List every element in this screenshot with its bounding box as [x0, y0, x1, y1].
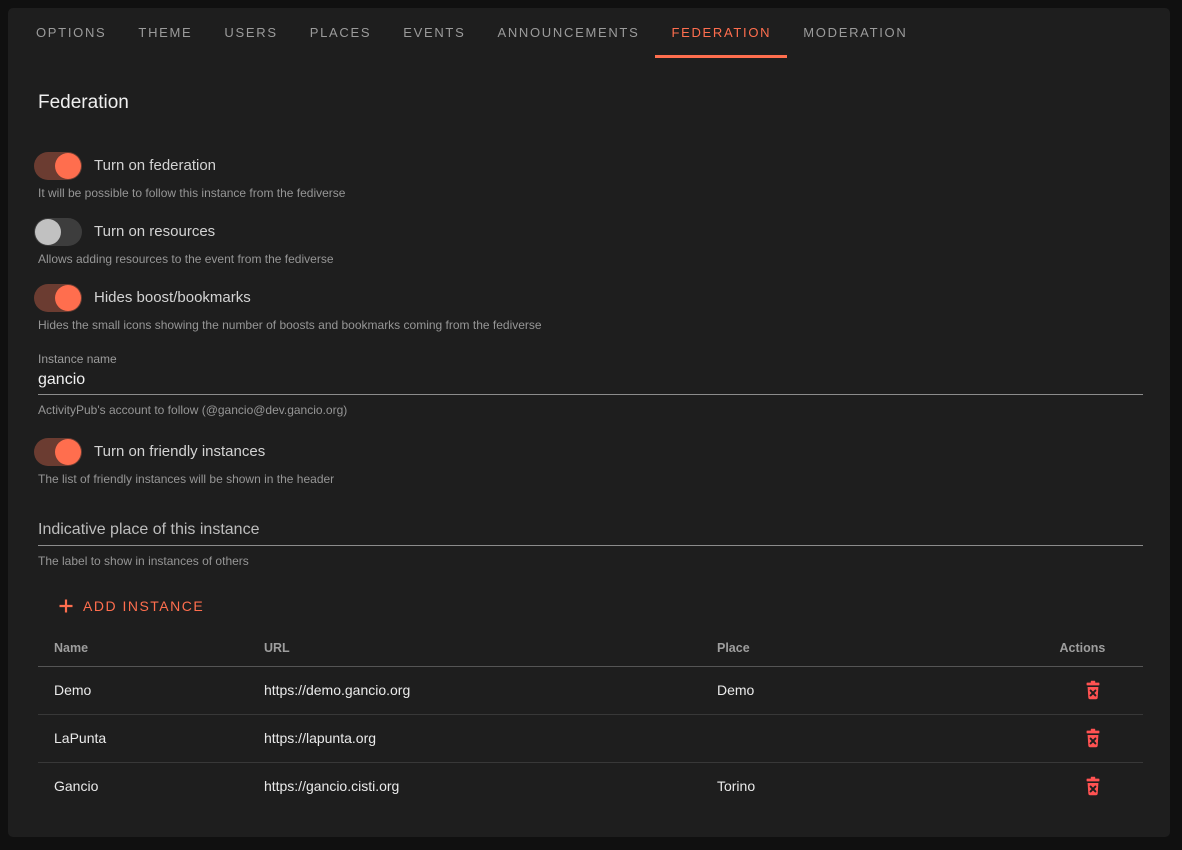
- tab-announcements[interactable]: ANNOUNCEMENTS: [481, 8, 655, 58]
- column-header-url: URL: [248, 630, 701, 666]
- instance-place-cell: [701, 714, 1044, 762]
- resources-toggle-hint: Allows adding resources to the event fro…: [38, 252, 1143, 266]
- hide-boost-toggle-label[interactable]: Hides boost/bookmarks: [94, 284, 251, 312]
- friendly-instances-toggle[interactable]: [34, 438, 82, 466]
- federation-toggle-row: Turn on federation: [38, 152, 1143, 180]
- column-header-place: Place: [701, 630, 1044, 666]
- add-instance-button-label: ADD INSTANCE: [83, 598, 204, 614]
- table-row: Demo https://demo.gancio.org Demo: [38, 666, 1143, 714]
- trash-icon: [1084, 688, 1102, 703]
- instance-name-label: Instance name: [38, 352, 1143, 366]
- instance-name-field: Instance name ActivityPub's account to f…: [38, 352, 1143, 417]
- trash-icon: [1084, 736, 1102, 751]
- instance-url-cell: https://lapunta.org: [248, 714, 701, 762]
- tab-places[interactable]: PLACES: [294, 8, 388, 58]
- admin-tab-bar: OPTIONS THEME USERS PLACES EVENTS ANNOUN…: [8, 8, 1170, 58]
- tab-events[interactable]: EVENTS: [387, 8, 481, 58]
- instances-table: Name URL Place Actions Demo https://demo…: [38, 630, 1143, 810]
- tab-moderation[interactable]: MODERATION: [787, 8, 923, 58]
- federation-settings-section: Federation Turn on federation It will be…: [8, 92, 1170, 810]
- resources-toggle-row: Turn on resources: [38, 218, 1143, 246]
- column-header-actions: Actions: [1044, 630, 1143, 666]
- trash-icon: [1084, 784, 1102, 799]
- add-instance-button[interactable]: ADD INSTANCE: [41, 588, 220, 624]
- instance-name-cell: LaPunta: [38, 714, 248, 762]
- instance-place-cell: Torino: [701, 762, 1044, 810]
- hide-boost-toggle-hint: Hides the small icons showing the number…: [38, 318, 1143, 332]
- friendly-instances-toggle-hint: The list of friendly instances will be s…: [38, 472, 1143, 486]
- tab-theme[interactable]: THEME: [122, 8, 208, 58]
- instance-url-cell: https://demo.gancio.org: [248, 666, 701, 714]
- toggle-thumb: [35, 219, 61, 245]
- tab-federation[interactable]: FEDERATION: [655, 8, 787, 58]
- table-header-row: Name URL Place Actions: [38, 630, 1143, 666]
- delete-instance-button[interactable]: [1082, 678, 1104, 702]
- table-row: LaPunta https://lapunta.org: [38, 714, 1143, 762]
- toggle-thumb: [55, 285, 81, 311]
- instance-place-cell: Demo: [701, 666, 1044, 714]
- tab-users[interactable]: USERS: [208, 8, 293, 58]
- federation-toggle-label[interactable]: Turn on federation: [94, 152, 216, 180]
- column-header-name: Name: [38, 630, 248, 666]
- instance-name-input[interactable]: [38, 370, 1143, 395]
- instance-name-cell: Demo: [38, 666, 248, 714]
- page-title: Federation: [38, 92, 1143, 114]
- friendly-instances-toggle-row: Turn on friendly instances: [38, 438, 1143, 466]
- instance-name-hint: ActivityPub's account to follow (@gancio…: [38, 403, 1143, 417]
- resources-toggle[interactable]: [34, 218, 82, 246]
- table-row: Gancio https://gancio.cisti.org Torino: [38, 762, 1143, 810]
- toggle-thumb: [55, 153, 81, 179]
- friendly-instances-toggle-label[interactable]: Turn on friendly instances: [94, 438, 265, 466]
- instance-place-input[interactable]: [38, 519, 1143, 546]
- resources-toggle-label[interactable]: Turn on resources: [94, 218, 215, 246]
- plus-icon: [57, 597, 75, 615]
- instance-name-cell: Gancio: [38, 762, 248, 810]
- instance-place-field: The label to show in instances of others: [38, 519, 1143, 568]
- toggle-thumb: [55, 439, 81, 465]
- tab-options[interactable]: OPTIONS: [20, 8, 122, 58]
- instance-url-cell: https://gancio.cisti.org: [248, 762, 701, 810]
- admin-panel-card: OPTIONS THEME USERS PLACES EVENTS ANNOUN…: [8, 8, 1170, 837]
- instance-place-hint: The label to show in instances of others: [38, 554, 1143, 568]
- hide-boost-toggle[interactable]: [34, 284, 82, 312]
- delete-instance-button[interactable]: [1082, 726, 1104, 750]
- delete-instance-button[interactable]: [1082, 774, 1104, 798]
- federation-toggle-hint: It will be possible to follow this insta…: [38, 186, 1143, 200]
- hide-boost-toggle-row: Hides boost/bookmarks: [38, 284, 1143, 312]
- federation-toggle[interactable]: [34, 152, 82, 180]
